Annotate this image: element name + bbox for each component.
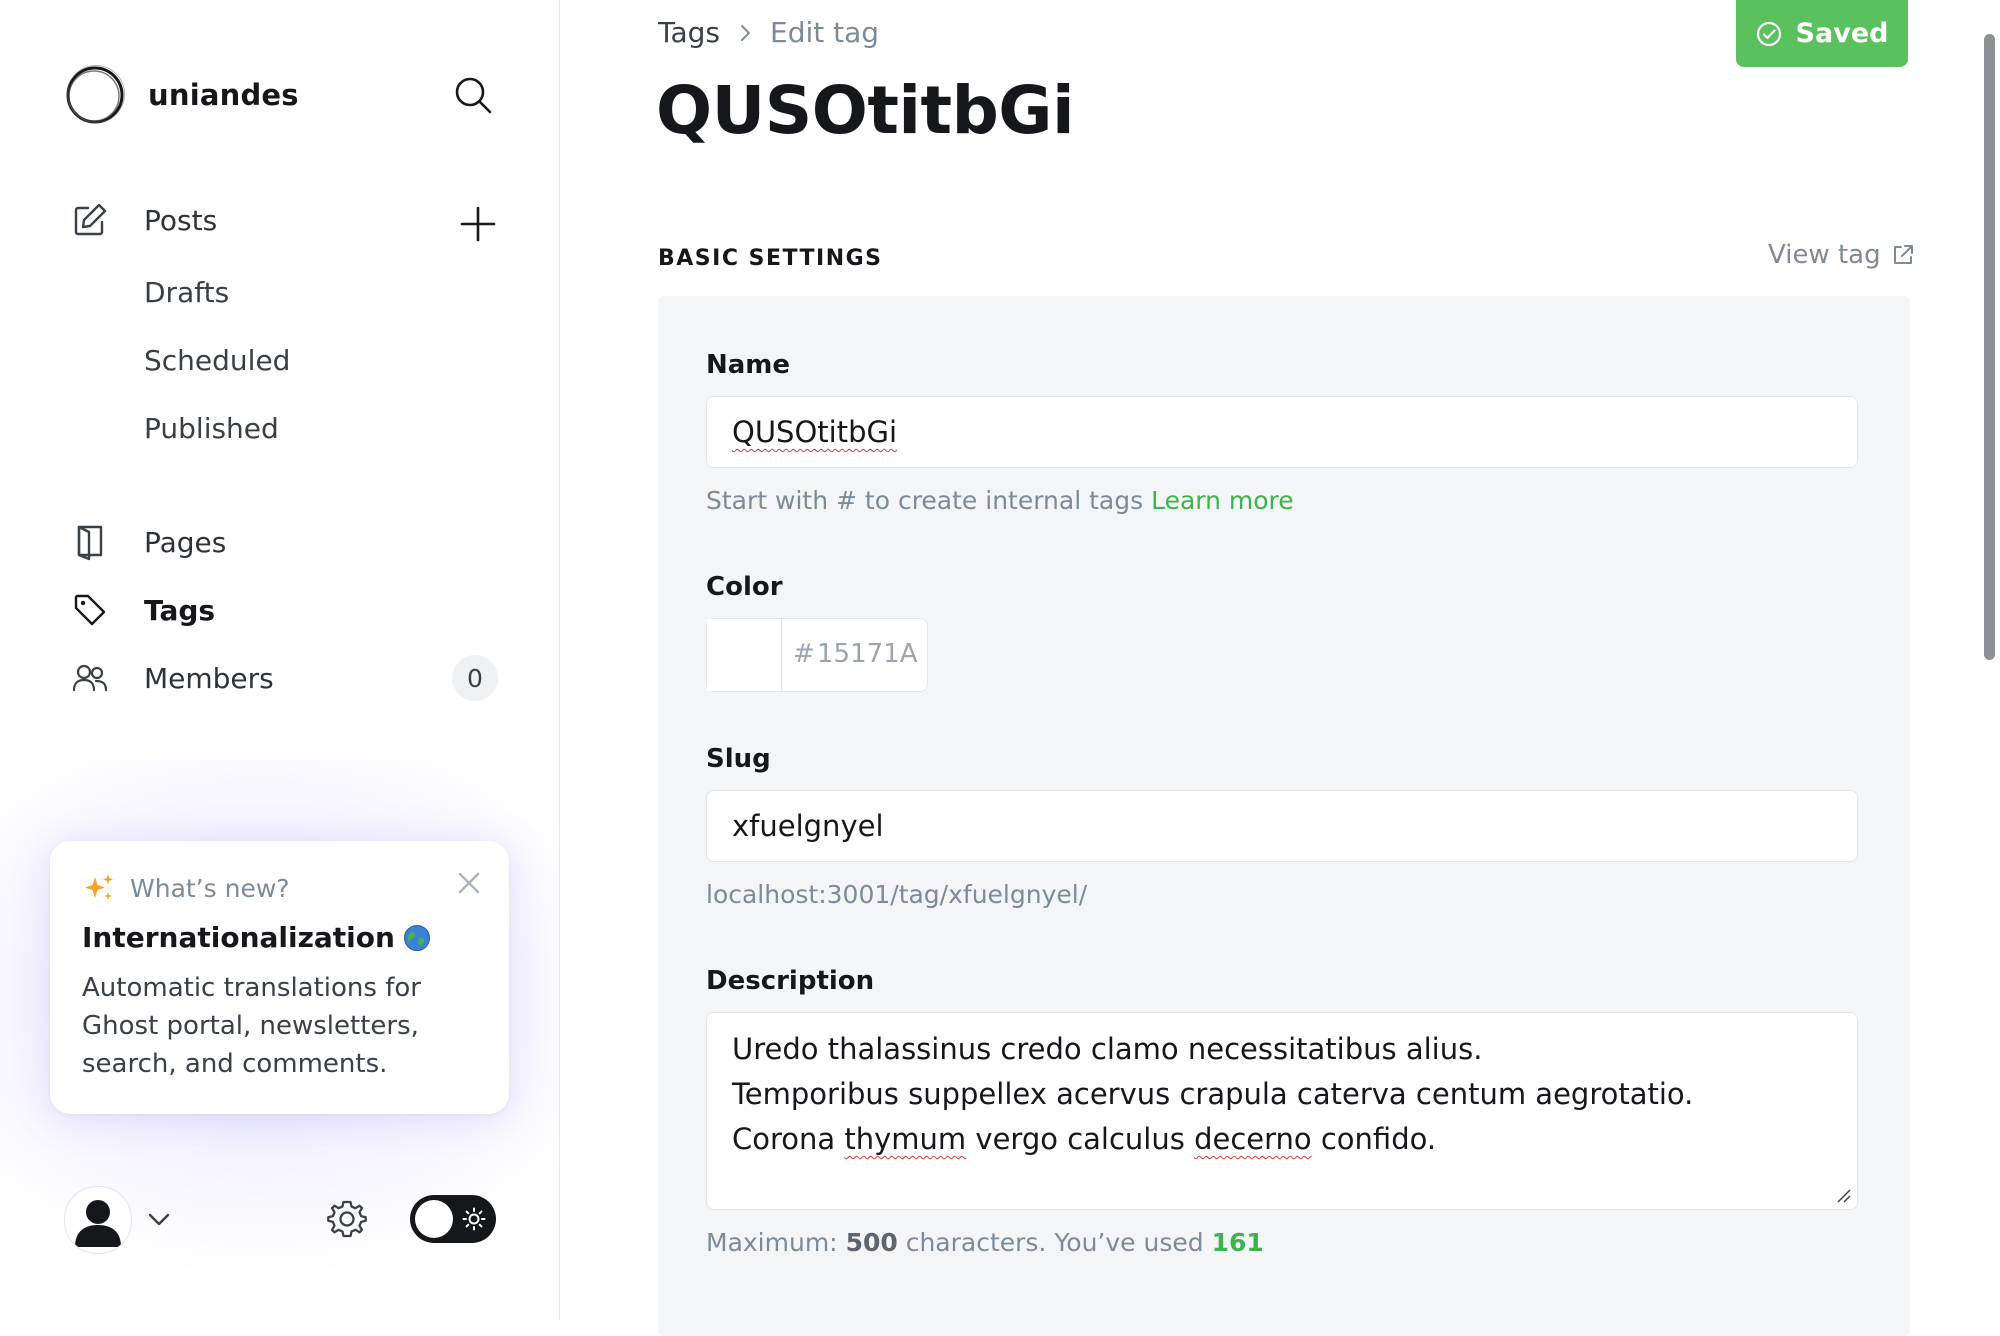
color-hex-input[interactable]: 15171A	[817, 639, 918, 669]
whats-new-header: What’s new?	[82, 871, 290, 905]
sidebar-item-label: Pages	[144, 525, 227, 559]
saved-button[interactable]: Saved	[1736, 0, 1908, 67]
breadcrumb: Tags Edit tag	[658, 16, 879, 49]
char-count-used: 161	[1211, 1228, 1264, 1257]
whats-new-label: What’s new?	[130, 873, 290, 903]
edit-icon	[70, 200, 110, 240]
name-input-value: QUSOtitbGi	[732, 415, 898, 449]
sidebar-item-label: Members	[144, 661, 274, 695]
slug-input[interactable]: xfuelgnyel	[706, 790, 1858, 862]
learn-more-link[interactable]: Learn more	[1151, 486, 1294, 515]
sidebar-item-scheduled[interactable]: Scheduled	[144, 338, 290, 382]
resize-handle-icon[interactable]	[1835, 1187, 1851, 1203]
view-tag-label: View tag	[1768, 240, 1881, 270]
sidebar-item-pages[interactable]: Pages	[70, 518, 226, 566]
description-text: thymum	[844, 1122, 967, 1156]
avatar[interactable]	[64, 1186, 132, 1254]
breadcrumb-current: Edit tag	[770, 16, 880, 49]
description-textarea[interactable]: Uredo thalassinus credo clamo necessitat…	[706, 1012, 1858, 1210]
char-count-text: Maximum:	[706, 1228, 846, 1257]
site-name: uniandes	[148, 78, 299, 112]
main-content: Tags Edit tag QUSOtitbGi Saved BASIC SET…	[560, 0, 2000, 1336]
slug-url: localhost:3001/tag/xfuelgnyel/	[706, 880, 1088, 909]
scrollbar-thumb[interactable]	[1984, 34, 1995, 660]
saved-button-label: Saved	[1795, 18, 1889, 49]
site-logo-icon	[66, 65, 125, 124]
gear-icon[interactable]	[324, 1196, 370, 1242]
description-line: Temporibus suppellex acervus crapula cat…	[732, 1077, 1694, 1111]
sidebar-item-drafts[interactable]: Drafts	[144, 270, 229, 314]
page-icon	[70, 522, 110, 562]
char-count-text: characters. You’ve used	[897, 1228, 1212, 1257]
description-text: Corona	[732, 1122, 845, 1156]
basic-settings-panel: Name QUSOtitbGi Start with # to create i…	[658, 296, 1910, 1336]
sidebar-item-label: Published	[144, 411, 279, 445]
description-text: decerno	[1194, 1122, 1312, 1156]
page-title: QUSOtitbGi	[656, 72, 1075, 149]
name-hint-text: Start with # to create internal tags	[706, 486, 1144, 515]
whats-new-text: Automatic translations for Ghost portal,…	[82, 973, 421, 1079]
description-line: Uredo thalassinus credo clamo necessitat…	[732, 1032, 1483, 1066]
globe-icon	[403, 924, 430, 951]
name-hint: Start with # to create internal tags Lea…	[706, 486, 1294, 515]
description-label: Description	[706, 966, 875, 996]
sidebar-item-label: Drafts	[144, 275, 230, 309]
description-line: Corona thymum vergo calculus decerno con…	[732, 1117, 1832, 1162]
view-tag-link[interactable]: View tag	[1768, 240, 1915, 270]
external-link-icon	[1893, 245, 1913, 264]
color-hash-prefix: #	[793, 639, 815, 669]
color-picker[interactable]: # 15171A	[706, 618, 928, 692]
close-icon[interactable]	[455, 869, 483, 897]
sidebar: uniandes Posts Drafts Scheduled Publishe…	[0, 0, 560, 1320]
tag-icon	[70, 590, 110, 630]
section-title: BASIC SETTINGS	[658, 246, 883, 271]
description-char-count: Maximum: 500 characters. You’ve used 161	[706, 1228, 1264, 1257]
sidebar-item-tags[interactable]: Tags	[70, 586, 215, 634]
sidebar-item-published[interactable]: Published	[144, 406, 279, 450]
site-brand[interactable]: uniandes	[64, 64, 299, 126]
name-label: Name	[706, 350, 791, 380]
sidebar-item-posts[interactable]: Posts	[70, 196, 217, 244]
sidebar-item-label: Posts	[144, 203, 218, 237]
name-input[interactable]: QUSOtitbGi	[706, 396, 1858, 468]
chevron-right-icon	[741, 24, 750, 41]
whats-new-card[interactable]: What’s new? Internationalization Automat…	[50, 841, 509, 1114]
sidebar-item-label: Scheduled	[144, 343, 291, 377]
members-icon	[70, 658, 110, 698]
color-label: Color	[706, 572, 783, 602]
sun-icon	[462, 1207, 486, 1231]
chevron-down-icon[interactable]	[146, 1208, 172, 1230]
whats-new-title: Internationalization	[82, 921, 431, 954]
slug-label: Slug	[706, 744, 771, 774]
theme-toggle[interactable]	[410, 1195, 496, 1243]
new-post-plus-icon[interactable]	[458, 204, 498, 244]
slug-input-value: xfuelgnyel	[732, 809, 884, 843]
search-icon[interactable]	[452, 74, 494, 116]
sidebar-item-members[interactable]: Members	[70, 654, 274, 702]
sidebar-item-label: Tags	[144, 593, 216, 627]
members-count-badge: 0	[452, 655, 498, 701]
sparkle-icon	[85, 874, 113, 900]
theme-toggle-knob	[415, 1200, 453, 1238]
color-swatch[interactable]	[707, 619, 782, 691]
check-circle-icon	[1756, 21, 1781, 46]
whats-new-title-text: Internationalization	[82, 921, 395, 954]
breadcrumb-tags-link[interactable]: Tags	[658, 16, 720, 49]
description-text: confido.	[1311, 1122, 1437, 1156]
user-avatar-icon	[75, 1200, 121, 1247]
char-count-max: 500	[845, 1228, 898, 1257]
description-text: vergo calculus	[966, 1122, 1195, 1156]
